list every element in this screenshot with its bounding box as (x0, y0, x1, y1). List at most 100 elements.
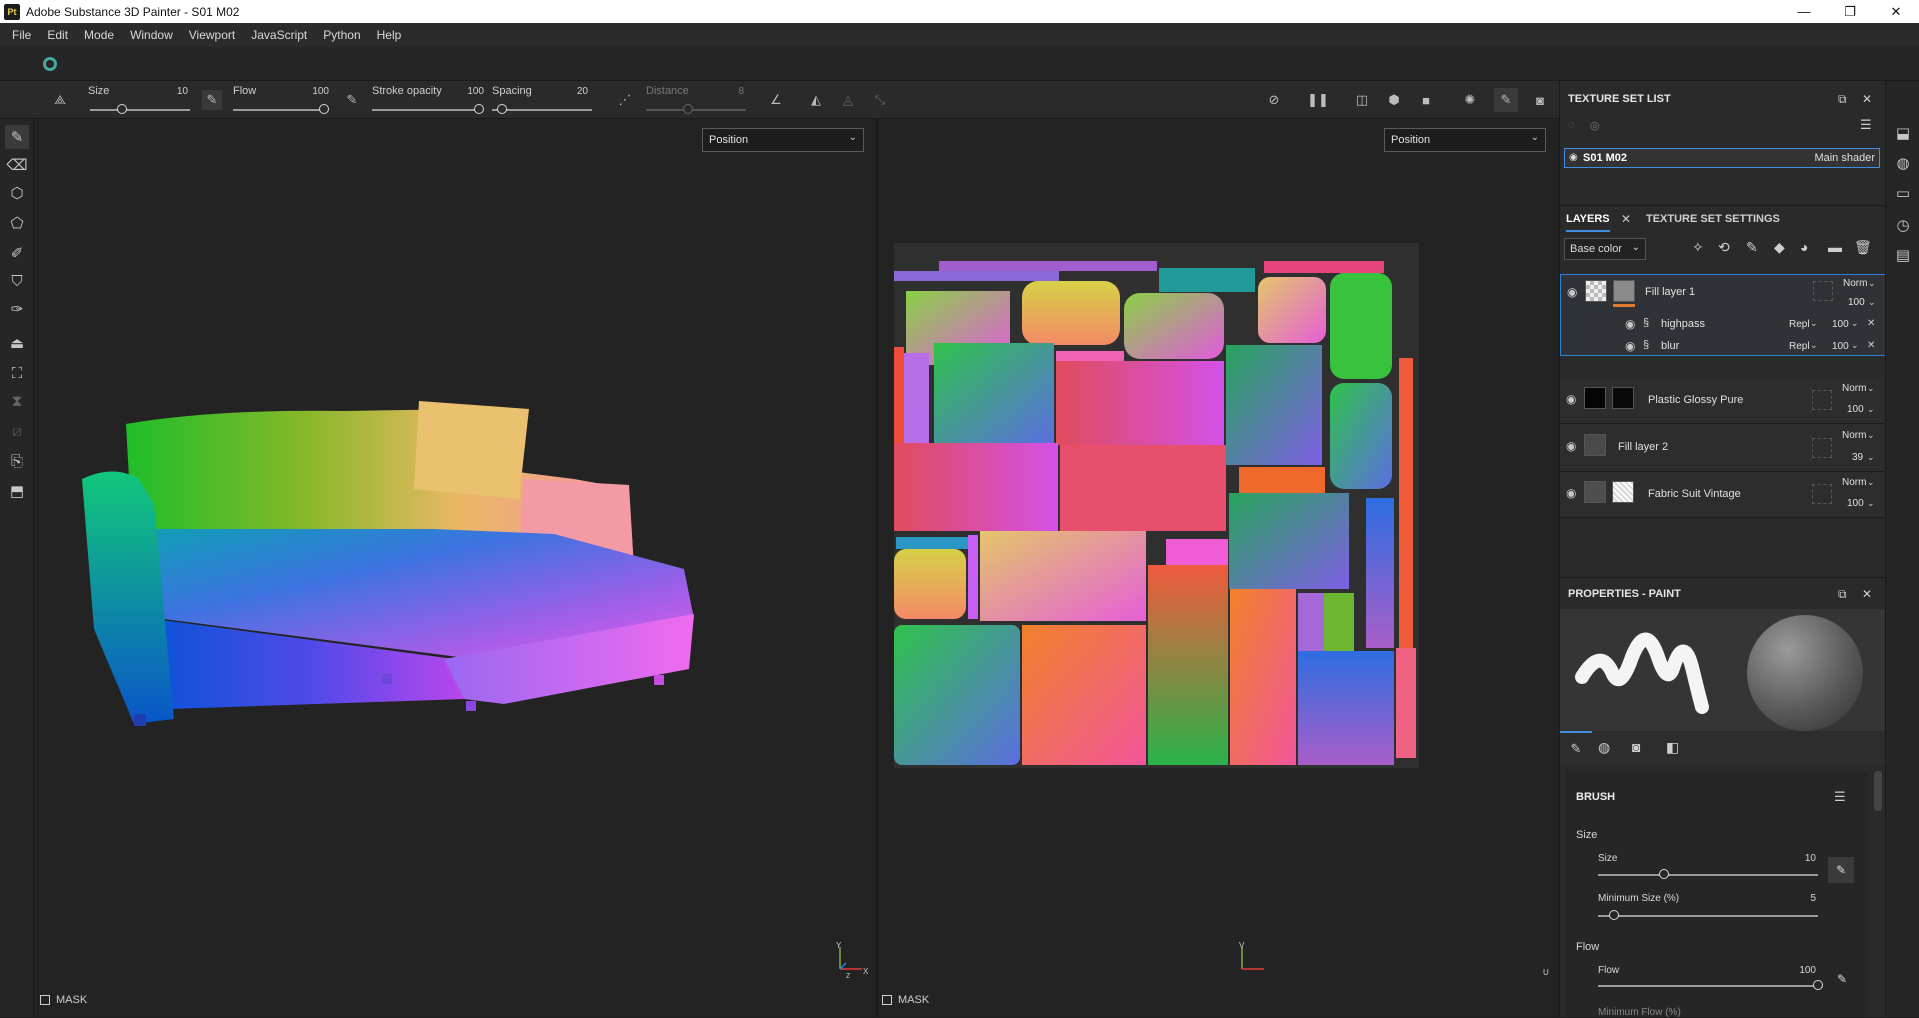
stroke-opacity-slider-knob[interactable] (474, 104, 484, 114)
menu-edit[interactable]: Edit (39, 28, 76, 42)
min-size-slider-knob[interactable] (1609, 910, 1619, 920)
eye-icon[interactable]: ◉ (1567, 285, 1577, 299)
brush-preset-icon[interactable]: ⟁ (50, 90, 70, 110)
mask-slot[interactable] (1813, 281, 1833, 301)
filter-name[interactable]: blur (1661, 340, 1679, 352)
flow-slider[interactable] (1598, 985, 1818, 987)
filter-name[interactable]: highpass (1661, 318, 1705, 330)
hide-all-icon[interactable]: ◌ (1568, 119, 1575, 131)
menu-python[interactable]: Python (315, 28, 368, 42)
spacing-value[interactable]: 20 (558, 86, 588, 97)
mask-slot[interactable] (1812, 390, 1832, 410)
lazy-mouse-icon[interactable]: ⋰ (615, 90, 635, 110)
eraser-tool-icon[interactable]: ⌫ (5, 153, 29, 177)
show-all-icon[interactable]: ◎ (1590, 119, 1600, 132)
paint-mode-icon[interactable]: ✎ (1494, 88, 1518, 112)
bake-tool-icon[interactable]: ⏏ (5, 331, 29, 355)
delete-layer-icon[interactable]: 🗑 (1854, 239, 1872, 256)
flow-slider[interactable] (233, 109, 325, 111)
viewport-3d[interactable]: Position ⌄ Y X Z MASK (34, 119, 876, 1017)
spacing-slider[interactable] (492, 109, 592, 111)
maximize-button[interactable]: ❐ (1827, 0, 1873, 23)
close-tab-icon[interactable]: ✕ (1621, 212, 1631, 226)
symmetry-icon[interactable]: ◭ (806, 90, 826, 110)
paint-tool-icon[interactable]: ✎ (5, 125, 29, 149)
add-effect-icon[interactable]: ✧ (1692, 239, 1704, 256)
layer-opacity[interactable]: 100 (1848, 297, 1865, 308)
layer-name[interactable]: Fabric Suit Vintage (1648, 488, 1741, 500)
layer-opacity[interactable]: 100 (1847, 498, 1864, 509)
pen-pressure-size-icon[interactable]: ✎ (1828, 857, 1854, 883)
eye-icon[interactable]: ◉ (1566, 439, 1576, 453)
stroke-opacity-value[interactable]: 100 (454, 86, 484, 97)
uv-texture-map[interactable] (894, 243, 1419, 768)
size-value[interactable]: 10 (1788, 853, 1816, 864)
pen-pressure-flow-icon[interactable]: ✎ (342, 90, 362, 110)
menu-javascript[interactable]: JavaScript (243, 28, 315, 42)
layer-opacity[interactable]: 100 (1847, 404, 1864, 415)
flow-value[interactable]: 100 (1784, 965, 1816, 976)
filter-opacity[interactable]: 100 (1832, 341, 1849, 352)
blend-mode[interactable]: Norm (1842, 383, 1866, 394)
material-tab-icon[interactable]: ◍ (1598, 739, 1610, 756)
layer-name[interactable]: Plastic Glossy Pure (1648, 394, 1743, 406)
remove-filter-icon[interactable]: ✕ (1867, 318, 1875, 329)
layer-row-plastic-glossy-pure[interactable]: ◉ Plastic Glossy Pure Norm ⌄ 100 ⌄ (1560, 378, 1886, 424)
viewport-2d[interactable]: Position ⌄ V U MASK (878, 119, 1559, 1017)
color-picker-tool-icon[interactable]: ✑ (5, 297, 29, 321)
minimize-button[interactable]: — (1781, 0, 1827, 23)
hide-icon[interactable]: ⊘ (1264, 90, 1284, 110)
size-value[interactable]: 10 (158, 86, 188, 97)
mask-toggle-2d[interactable]: MASK (882, 994, 929, 1006)
eye-icon[interactable]: ◉ (1566, 392, 1576, 406)
float-panel-icon[interactable]: ⧉ (1838, 92, 1847, 107)
eye-icon[interactable]: ◉ (1569, 152, 1578, 163)
properties-scrollbar[interactable] (1874, 771, 1882, 811)
channel-select[interactable]: Base color ⌄ (1564, 238, 1646, 260)
filter-row-highpass[interactable]: ◉ § highpass Repl ⌄ 100 ⌄ ✕ (1561, 313, 1885, 335)
brush-menu-icon[interactable]: ☰ (1834, 789, 1846, 805)
log-icon[interactable]: ▤ (1891, 243, 1915, 267)
camera-icon[interactable]: ■ (1416, 90, 1436, 110)
pause-icon[interactable]: ❚❚ (1307, 90, 1329, 110)
tab-texture-set-settings[interactable]: TEXTURE SET SETTINGS (1646, 213, 1780, 225)
min-size-value[interactable]: 5 (1788, 893, 1816, 904)
layer-opacity[interactable]: 39 (1852, 452, 1863, 463)
screenshot-icon[interactable]: ◙ (1530, 90, 1550, 110)
polygon-fill-tool-icon[interactable]: ⬠ (5, 211, 29, 235)
shader-settings-icon[interactable]: ◍ (1891, 151, 1915, 175)
geometry-mask-icon[interactable]: ⛶ (5, 361, 29, 385)
view-3d-icon[interactable]: ⬢ (1384, 90, 1404, 110)
mask-slot[interactable] (1812, 438, 1832, 458)
stencil-tab-icon[interactable]: ◧ (1666, 739, 1679, 756)
size-slider-knob[interactable] (1659, 869, 1669, 879)
viewport-2d-channel-select[interactable]: Position ⌄ (1384, 128, 1546, 152)
layer-row-fabric-suit-vintage[interactable]: ◉ Fabric Suit Vintage Norm ⌄ 100 ⌄ (1560, 472, 1886, 518)
stroke-opacity-slider[interactable] (372, 109, 482, 111)
viewport-3d-channel-select[interactable]: Position ⌄ (702, 128, 864, 152)
library-icon[interactable]: ⬒ (5, 479, 29, 503)
display-settings-icon[interactable]: ⬓ (1891, 121, 1915, 145)
line-angle-icon[interactable]: ∠ (766, 90, 786, 110)
layer-name[interactable]: Fill layer 2 (1618, 441, 1668, 453)
export-icon[interactable]: ⎘ (5, 449, 29, 473)
remove-filter-icon[interactable]: ✕ (1867, 340, 1875, 351)
flow-slider-knob[interactable] (1813, 980, 1823, 990)
add-fill-layer-icon[interactable]: ◆ (1774, 239, 1785, 256)
layer-row-fill-layer-2[interactable]: ◉ Fill layer 2 Norm ⌄ 39 ⌄ (1560, 424, 1886, 472)
close-panel-icon[interactable]: ✕ (1862, 587, 1872, 601)
eye-icon[interactable]: ◉ (1566, 486, 1576, 500)
size-slider[interactable] (90, 109, 190, 111)
view-split-icon[interactable]: ◫ (1352, 90, 1372, 110)
assets-icon[interactable]: ▭ (1891, 181, 1915, 205)
alpha-tab-icon[interactable]: ◙ (1632, 739, 1640, 755)
filter-blend-mode[interactable]: Repl (1789, 341, 1810, 352)
pen-pressure-size-icon[interactable]: ✎ (202, 90, 222, 110)
shader-name[interactable]: Main shader (1814, 152, 1875, 164)
sofa-model[interactable] (74, 329, 874, 859)
mask-slot[interactable] (1812, 484, 1832, 504)
layer-name[interactable]: Fill layer 1 (1645, 286, 1695, 298)
filter-blend-mode[interactable]: Repl (1789, 319, 1810, 330)
menu-viewport[interactable]: Viewport (181, 28, 243, 42)
blend-mode[interactable]: Norm (1842, 430, 1866, 441)
